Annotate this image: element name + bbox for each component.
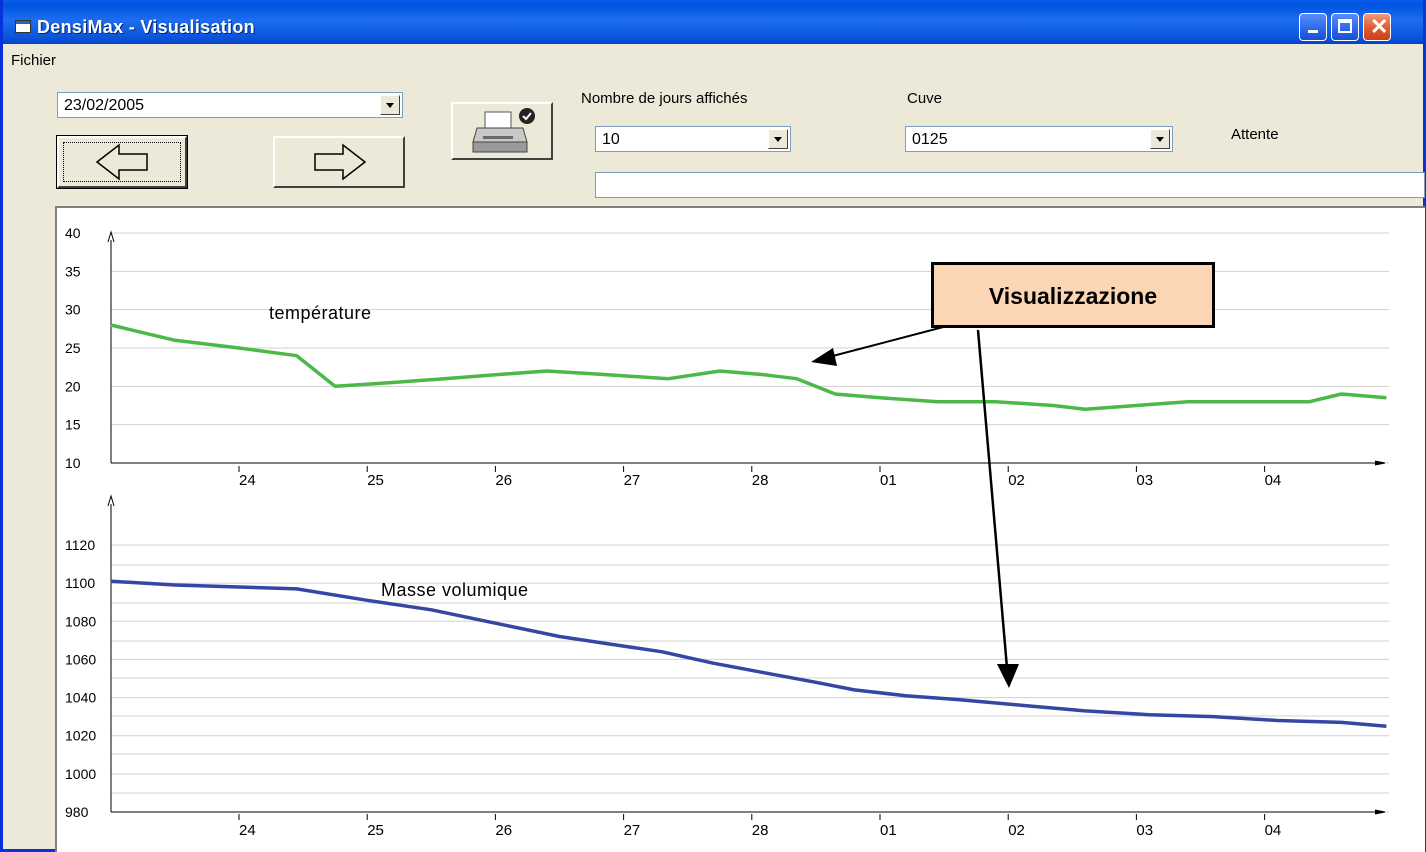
title-bar[interactable]: DensiMax - Visualisation ✕	[3, 0, 1423, 44]
chevron-down-icon[interactable]	[380, 95, 400, 115]
app-icon	[15, 20, 31, 33]
window-title: DensiMax - Visualisation	[37, 17, 255, 37]
days-label: Nombre de jours affichés	[581, 90, 748, 107]
arrow-left-icon	[95, 143, 148, 181]
close-button[interactable]: ✕	[1363, 13, 1391, 41]
annotation-box: Visualizzazione	[931, 262, 1215, 328]
menu-fichier[interactable]: Fichier	[11, 52, 56, 69]
chart-panel	[55, 206, 1425, 852]
maximize-icon	[1338, 19, 1352, 33]
date-combo[interactable]: 23/02/2005	[57, 92, 403, 118]
close-icon: ✕	[1370, 14, 1389, 39]
arrow-right-icon	[314, 143, 367, 181]
status-label: Attente	[1231, 126, 1279, 143]
chevron-down-icon[interactable]	[768, 129, 788, 149]
cuve-label: Cuve	[907, 90, 943, 107]
annotation-label: Visualizzazione	[988, 283, 1158, 309]
minimize-icon	[1308, 30, 1318, 33]
days-value: 10	[602, 131, 620, 148]
cuve-value: 0125	[912, 131, 948, 148]
date-value: 23/02/2005	[64, 97, 145, 114]
maximize-button[interactable]	[1331, 13, 1359, 41]
printer-icon	[472, 108, 535, 153]
previous-button[interactable]	[56, 135, 188, 189]
chevron-down-icon[interactable]	[1150, 129, 1170, 149]
message-field[interactable]	[595, 172, 1425, 198]
days-combo[interactable]: 10	[595, 126, 791, 152]
minimize-button[interactable]	[1299, 13, 1327, 41]
print-button[interactable]	[451, 102, 553, 160]
menu-bar: Fichier	[3, 46, 1423, 74]
next-button[interactable]	[273, 136, 405, 188]
cuve-combo[interactable]: 0125	[905, 126, 1173, 152]
app-window: DensiMax - Visualisation ✕ Fichier 23/02…	[0, 0, 1426, 852]
